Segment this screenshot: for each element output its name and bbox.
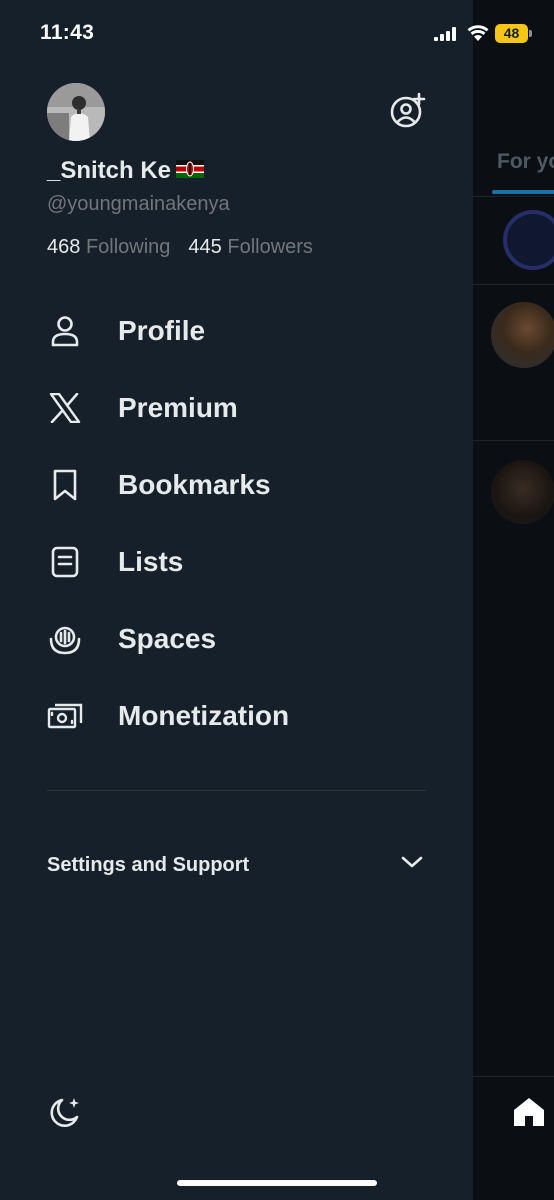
- menu-label: Spaces: [118, 622, 217, 654]
- add-account-icon: [388, 92, 426, 135]
- user-handle: @youngmainakenya: [47, 193, 230, 215]
- menu-label: Lists: [118, 545, 184, 577]
- tweet-avatar[interactable]: [491, 302, 554, 368]
- settings-label: Settings and Support: [47, 853, 250, 876]
- menu-label: Monetization: [118, 699, 290, 731]
- home-icon[interactable]: [513, 1097, 545, 1132]
- status-bar: 11:43 48: [0, 0, 554, 68]
- bottom-tab-bar: [473, 1076, 554, 1200]
- tweet-avatar[interactable]: [491, 460, 554, 524]
- drawer-menu: Profile Premium Bookmarks Lists Spaces M…: [0, 292, 473, 754]
- bookmark-icon: [47, 467, 83, 503]
- menu-item-premium[interactable]: Premium: [0, 369, 473, 446]
- list-icon: [47, 544, 83, 580]
- divider: [473, 196, 554, 197]
- chevron-down-icon: [401, 855, 423, 874]
- side-drawer: _Snitch Ke @youngmainakenya 468 Followin…: [0, 0, 473, 1200]
- background-timeline: For yo: [473, 0, 554, 1200]
- home-indicator[interactable]: [177, 1180, 377, 1186]
- menu-label: Premium: [118, 391, 238, 423]
- divider: [473, 440, 554, 441]
- x-logo-icon: [47, 390, 83, 426]
- person-icon: [47, 313, 83, 349]
- status-time: 11:43: [40, 21, 95, 44]
- menu-item-profile[interactable]: Profile: [0, 292, 473, 369]
- avatar[interactable]: [47, 83, 105, 141]
- menu-label: Bookmarks: [118, 468, 271, 500]
- menu-item-spaces[interactable]: Spaces: [0, 600, 473, 677]
- battery-level: 48: [495, 24, 528, 43]
- following-label: Following: [85, 236, 171, 258]
- display-name[interactable]: _Snitch Ke: [47, 157, 205, 185]
- display-mode-button[interactable]: [47, 1095, 83, 1131]
- add-account-button[interactable]: [387, 92, 427, 135]
- followers-link[interactable]: 445 Followers: [188, 236, 313, 259]
- money-icon: [47, 698, 83, 734]
- tab-underline: [492, 190, 554, 194]
- follow-stats: 468 Following 445 Followers: [47, 236, 331, 259]
- menu-item-bookmarks[interactable]: Bookmarks: [0, 446, 473, 523]
- signal-icon: [434, 27, 458, 46]
- spaces-microphone-icon: [47, 621, 83, 657]
- settings-and-support-toggle[interactable]: Settings and Support: [47, 845, 427, 885]
- display-name-text: _Snitch Ke: [47, 157, 172, 184]
- following-link[interactable]: 468 Following: [47, 236, 170, 259]
- menu-item-monetization[interactable]: Monetization: [0, 677, 473, 754]
- followers-label: Followers: [227, 236, 313, 258]
- kenya-flag-icon: [176, 157, 205, 185]
- for-you-tab[interactable]: For yo: [497, 150, 554, 174]
- menu-label: Profile: [118, 314, 206, 346]
- wifi-icon: [467, 24, 489, 47]
- moon-icon: [47, 1098, 83, 1135]
- followers-count: 445: [188, 236, 222, 258]
- battery-icon: [529, 30, 532, 37]
- divider: [473, 284, 554, 285]
- divider: [47, 790, 426, 791]
- menu-item-lists[interactable]: Lists: [0, 523, 473, 600]
- fleet-avatar[interactable]: [503, 210, 554, 270]
- following-count: 468: [47, 236, 81, 258]
